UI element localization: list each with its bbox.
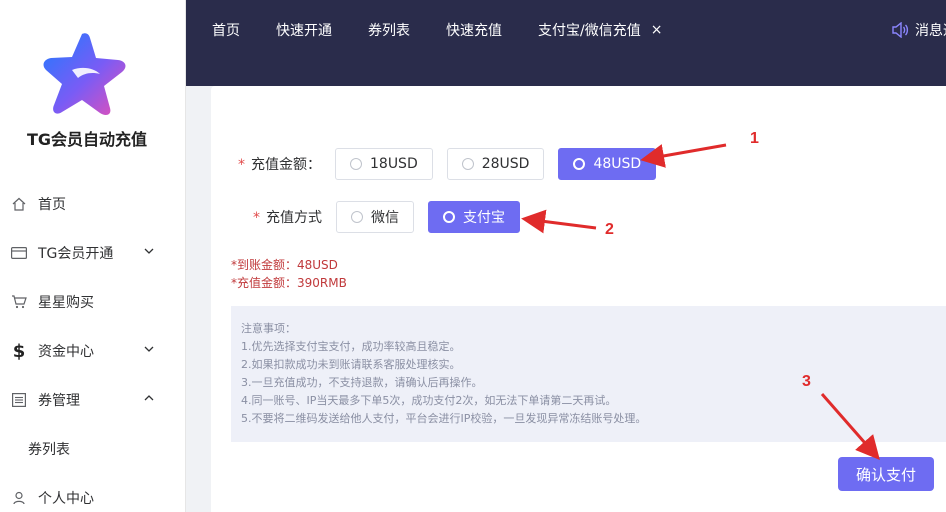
amount-option-18usd[interactable]: 18USD bbox=[335, 148, 433, 180]
sidebar-item-label: 星星购买 bbox=[38, 295, 94, 311]
radio-icon bbox=[443, 211, 455, 223]
brand-title: TG会员自动充值 bbox=[26, 130, 148, 149]
card-icon bbox=[10, 247, 28, 259]
tab-label: 支付宝/微信充值 bbox=[538, 23, 641, 39]
home-icon bbox=[10, 197, 28, 211]
sidebar-item-coupon-list[interactable]: 券列表 bbox=[0, 429, 186, 469]
sidebar-item-home[interactable]: 首页 bbox=[0, 184, 186, 224]
recharge-card: * 充值金额： 18USD 28USD 48USD * 充值方式 微信 支付宝 *到… bbox=[211, 86, 946, 512]
sidebar-item-tg-member[interactable]: TG会员开通 bbox=[0, 233, 186, 273]
sidebar-item-label: 首页 bbox=[38, 197, 66, 213]
chevron-up-icon bbox=[144, 395, 154, 401]
close-icon[interactable]: × bbox=[651, 22, 663, 38]
method-option-alipay[interactable]: 支付宝 bbox=[428, 201, 520, 233]
sidebar-item-label: 券管理 bbox=[38, 393, 80, 409]
tab-quick-open[interactable]: 快速开通 bbox=[276, 20, 332, 40]
tab-alipay-wechat[interactable]: 支付宝/微信充值 × bbox=[538, 20, 662, 40]
notice-line: 5.不要将二维码发送给他人支付，平台会进行IP校验，一旦发现异常冻结账号处理。 bbox=[241, 412, 647, 425]
arrival-amount: *到账金额：48USD bbox=[231, 258, 338, 272]
sidebar: TG会员自动充值 首页 TG会员开通 星星购买 $ 资金中心 券管理 券列表 个… bbox=[0, 0, 186, 512]
chevron-down-icon bbox=[144, 248, 154, 254]
recharge-amount: *充值金额：390RMB bbox=[231, 276, 347, 290]
notice-line: 2.如果扣款成功未到账请联系客服处理核实。 bbox=[241, 358, 461, 371]
sidebar-item-label: TG会员开通 bbox=[38, 246, 114, 262]
tab-home[interactable]: 首页 bbox=[212, 20, 240, 40]
sidebar-item-label: 资金中心 bbox=[38, 344, 94, 360]
radio-icon bbox=[350, 158, 362, 170]
amount-row: * 充值金额： 18USD 28USD 48USD bbox=[238, 148, 670, 180]
messages-link[interactable]: 消息通 bbox=[891, 20, 946, 40]
sidebar-item-profile[interactable]: 个人中心 bbox=[0, 478, 186, 512]
radio-icon bbox=[573, 158, 586, 170]
star-logo-icon bbox=[43, 33, 126, 116]
amount-option-48usd[interactable]: 48USD bbox=[558, 148, 657, 180]
method-label: * 充值方式 bbox=[253, 210, 322, 226]
method-row: * 充值方式 微信 支付宝 bbox=[253, 201, 534, 233]
top-header: 首页 快速开通 券列表 快速充值 支付宝/微信充值 × 消息通 bbox=[186, 0, 946, 86]
method-option-wechat[interactable]: 微信 bbox=[336, 201, 414, 233]
notice-box: 注意事项： 1.优先选择支付宝支付，成功率较高且稳定。 2.如果扣款成功未到账请… bbox=[231, 306, 946, 442]
chevron-down-icon bbox=[144, 346, 154, 352]
amount-label: * 充值金额： bbox=[238, 157, 321, 173]
messages-label: 消息通 bbox=[915, 23, 946, 39]
sidebar-item-stars[interactable]: 星星购买 bbox=[0, 282, 186, 322]
dollar-icon: $ bbox=[12, 340, 26, 362]
sidebar-item-label: 个人中心 bbox=[38, 491, 94, 507]
radio-icon bbox=[351, 211, 363, 223]
notice-line: 3.一旦充值成功，不支持退款，请确认后再操作。 bbox=[241, 376, 483, 389]
sidebar-item-funds[interactable]: $ 资金中心 bbox=[0, 331, 186, 371]
list-icon bbox=[10, 393, 28, 407]
tab-bar: 首页 快速开通 券列表 快速充值 支付宝/微信充值 × bbox=[212, 20, 662, 40]
sidebar-item-label: 券列表 bbox=[28, 442, 70, 458]
confirm-payment-button[interactable]: 确认支付 bbox=[838, 457, 934, 491]
radio-icon bbox=[461, 158, 474, 170]
speaker-icon bbox=[892, 22, 909, 38]
amount-option-28usd[interactable]: 28USD bbox=[446, 148, 545, 180]
notice-line: 1.优先选择支付宝支付，成功率较高且稳定。 bbox=[241, 340, 461, 353]
cart-icon bbox=[10, 295, 28, 309]
tab-coupon-list[interactable]: 券列表 bbox=[368, 20, 410, 40]
sidebar-item-coupons[interactable]: 券管理 bbox=[0, 380, 186, 420]
user-icon bbox=[10, 491, 28, 505]
notice-title: 注意事项： bbox=[241, 322, 296, 335]
notice-line: 4.同一账号、IP当天最多下单5次，成功支付2次，如无法下单请第二天再试。 bbox=[241, 394, 617, 407]
tab-quick-recharge[interactable]: 快速充值 bbox=[446, 20, 502, 40]
